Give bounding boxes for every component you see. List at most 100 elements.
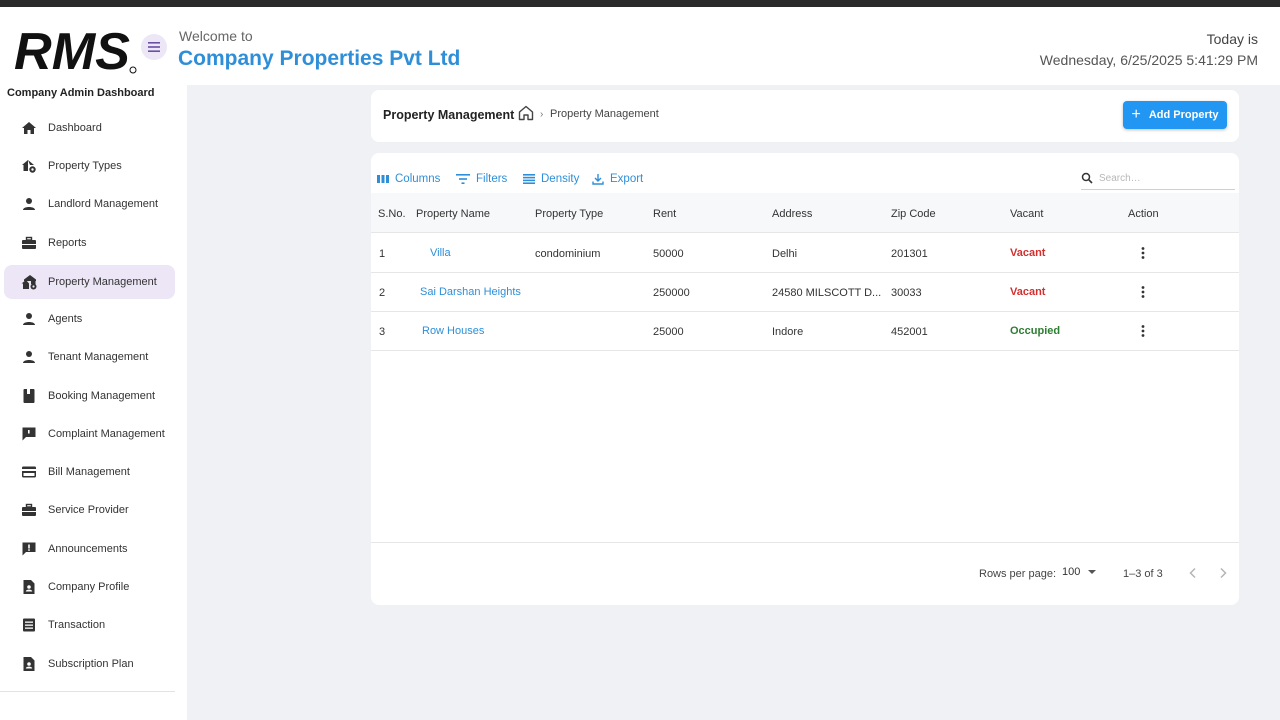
- briefcase-icon: [22, 236, 36, 249]
- list-document-icon: [23, 618, 35, 632]
- table-row[interactable]: 2 Sai Darshan Heights 250000 24580 MILSC…: [371, 273, 1239, 312]
- svg-text:RMS: RMS: [14, 25, 130, 75]
- sidebar-divider: [0, 691, 175, 692]
- columns-button[interactable]: Columns: [377, 173, 440, 185]
- next-page-icon[interactable]: [1215, 565, 1231, 581]
- sidebar-item-transaction[interactable]: Transaction: [4, 608, 175, 642]
- sidebar-item-label: Service Provider: [48, 504, 129, 516]
- column-header-address[interactable]: Address: [772, 208, 812, 220]
- sidebar-item-property-types[interactable]: Property Types: [4, 149, 175, 183]
- property-data-grid: Columns Filters Density Export S.No. Pro…: [371, 153, 1239, 605]
- more-vertical-icon[interactable]: [1135, 245, 1151, 261]
- rows-per-page-label: Rows per page:: [979, 568, 1057, 580]
- column-header-rent[interactable]: Rent: [653, 208, 676, 220]
- sidebar-item-dashboard[interactable]: Dashboard: [4, 111, 175, 145]
- cell-zip-code: 30033: [891, 287, 922, 299]
- sidebar-item-bill-management[interactable]: Bill Management: [4, 455, 175, 489]
- sidebar-item-company-profile[interactable]: Company Profile: [4, 570, 175, 604]
- cell-rent: 25000: [653, 326, 684, 338]
- cell-sno: 1: [379, 248, 386, 260]
- person-icon: [23, 351, 35, 363]
- grid-footer-divider: [371, 542, 1239, 543]
- column-header-property-name[interactable]: Property Name: [416, 208, 490, 220]
- feedback-icon: [22, 427, 36, 441]
- book-icon: [23, 389, 35, 403]
- search-icon: [1081, 172, 1093, 184]
- cell-address: 24580 MILSCOTT D...: [772, 287, 882, 299]
- company-name: Company Properties Pvt Ltd: [178, 47, 461, 70]
- sidebar-item-label: Transaction: [48, 619, 106, 631]
- cell-rent: 250000: [653, 287, 690, 299]
- column-header-sno[interactable]: S.No.: [378, 208, 406, 220]
- status-badge: Vacant: [1010, 247, 1046, 259]
- sidebar-item-label: Property Types: [48, 160, 122, 172]
- more-vertical-icon[interactable]: [1135, 284, 1151, 300]
- status-badge: Vacant: [1010, 286, 1046, 298]
- status-badge: Occupied: [1010, 325, 1061, 337]
- sidebar-item-landlord-management[interactable]: Landlord Management: [4, 187, 175, 221]
- add-property-label: Add Property: [1148, 109, 1219, 121]
- filters-label: Filters: [476, 173, 508, 185]
- hamburger-icon: [148, 42, 160, 52]
- column-header-vacant[interactable]: Vacant: [1010, 208, 1043, 220]
- search-input[interactable]: [1099, 172, 1219, 184]
- column-header-property-type[interactable]: Property Type: [535, 208, 603, 220]
- page-header-card: Property Management › Property Managemen…: [371, 90, 1239, 142]
- person-icon: [23, 198, 35, 210]
- home-icon: [22, 122, 36, 134]
- column-header-zip-code[interactable]: Zip Code: [891, 208, 936, 220]
- sidebar-item-subscription-plan[interactable]: Subscription Plan: [4, 647, 175, 681]
- cell-rent: 50000: [653, 248, 684, 260]
- more-vertical-icon[interactable]: [1135, 323, 1151, 339]
- current-datetime: Wednesday, 6/25/2025 5:41:29 PM: [1039, 52, 1258, 68]
- cell-address: Delhi: [772, 248, 798, 260]
- add-property-button[interactable]: + Add Property: [1123, 101, 1227, 129]
- sidebar: Company Admin Dashboard Dashboard Proper…: [0, 85, 187, 720]
- previous-page-icon[interactable]: [1185, 565, 1201, 581]
- sidebar-item-booking-management[interactable]: Booking Management: [4, 379, 175, 413]
- sidebar-item-reports[interactable]: Reports: [4, 226, 175, 260]
- main-content: Property Management › Property Managemen…: [187, 85, 1280, 720]
- cell-property-name[interactable]: Row Houses: [422, 325, 484, 337]
- house-gear-icon: [22, 160, 36, 173]
- rows-per-page-select[interactable]: 100: [1062, 566, 1097, 578]
- cell-property-name[interactable]: Villa: [430, 247, 451, 259]
- columns-icon: [377, 175, 389, 183]
- density-label: Density: [541, 173, 580, 185]
- chevron-down-icon: [1088, 570, 1097, 574]
- breadcrumb-separator: ›: [540, 109, 544, 120]
- filter-icon: [456, 174, 470, 184]
- sidebar-item-complaint-management[interactable]: Complaint Management: [4, 417, 175, 451]
- sidebar-item-tenant-management[interactable]: Tenant Management: [4, 340, 175, 374]
- welcome-text: Welcome to: [179, 28, 253, 44]
- column-header-action: Action: [1128, 208, 1159, 220]
- sidebar-item-label: Announcements: [48, 543, 128, 555]
- download-icon: [592, 174, 604, 185]
- sidebar-item-label: Dashboard: [48, 122, 102, 134]
- density-button[interactable]: Density: [523, 173, 579, 185]
- sidebar-item-agents[interactable]: Agents: [4, 302, 175, 336]
- export-button[interactable]: Export: [592, 173, 643, 185]
- cell-property-name[interactable]: Sai Darshan Heights: [420, 286, 521, 298]
- profile-document-icon: [23, 580, 35, 594]
- app-header: RMS Welcome to Company Properties Pvt Lt…: [0, 7, 1280, 85]
- table-row[interactable]: 3 Row Houses 25000 Indore 452001 Occupie…: [371, 312, 1239, 351]
- sidebar-item-label: Complaint Management: [48, 428, 165, 440]
- breadcrumb-home-icon[interactable]: [517, 104, 535, 122]
- person-icon: [23, 313, 35, 325]
- sidebar-item-announcements[interactable]: Announcements: [4, 532, 175, 566]
- table-row[interactable]: 1 Villa condominium 50000 Delhi 201301 V…: [371, 234, 1239, 273]
- rms-logo: RMS: [14, 25, 137, 75]
- sidebar-item-service-provider[interactable]: Service Provider: [4, 493, 175, 527]
- subscription-icon: [23, 657, 35, 671]
- sidebar-item-label: Tenant Management: [48, 351, 149, 363]
- sidebar-item-label: Landlord Management: [48, 198, 159, 210]
- sidebar-item-property-management[interactable]: Property Management: [4, 265, 175, 299]
- page-title: Property Management: [383, 108, 515, 122]
- grid-toolbar: Columns Filters Density Export: [371, 153, 1239, 193]
- filters-button[interactable]: Filters: [456, 173, 507, 185]
- sidebar-item-label: Reports: [48, 237, 87, 249]
- pagination-range: 1–3 of 3: [1123, 568, 1163, 580]
- cell-address: Indore: [772, 326, 804, 338]
- menu-toggle-button[interactable]: [141, 34, 167, 60]
